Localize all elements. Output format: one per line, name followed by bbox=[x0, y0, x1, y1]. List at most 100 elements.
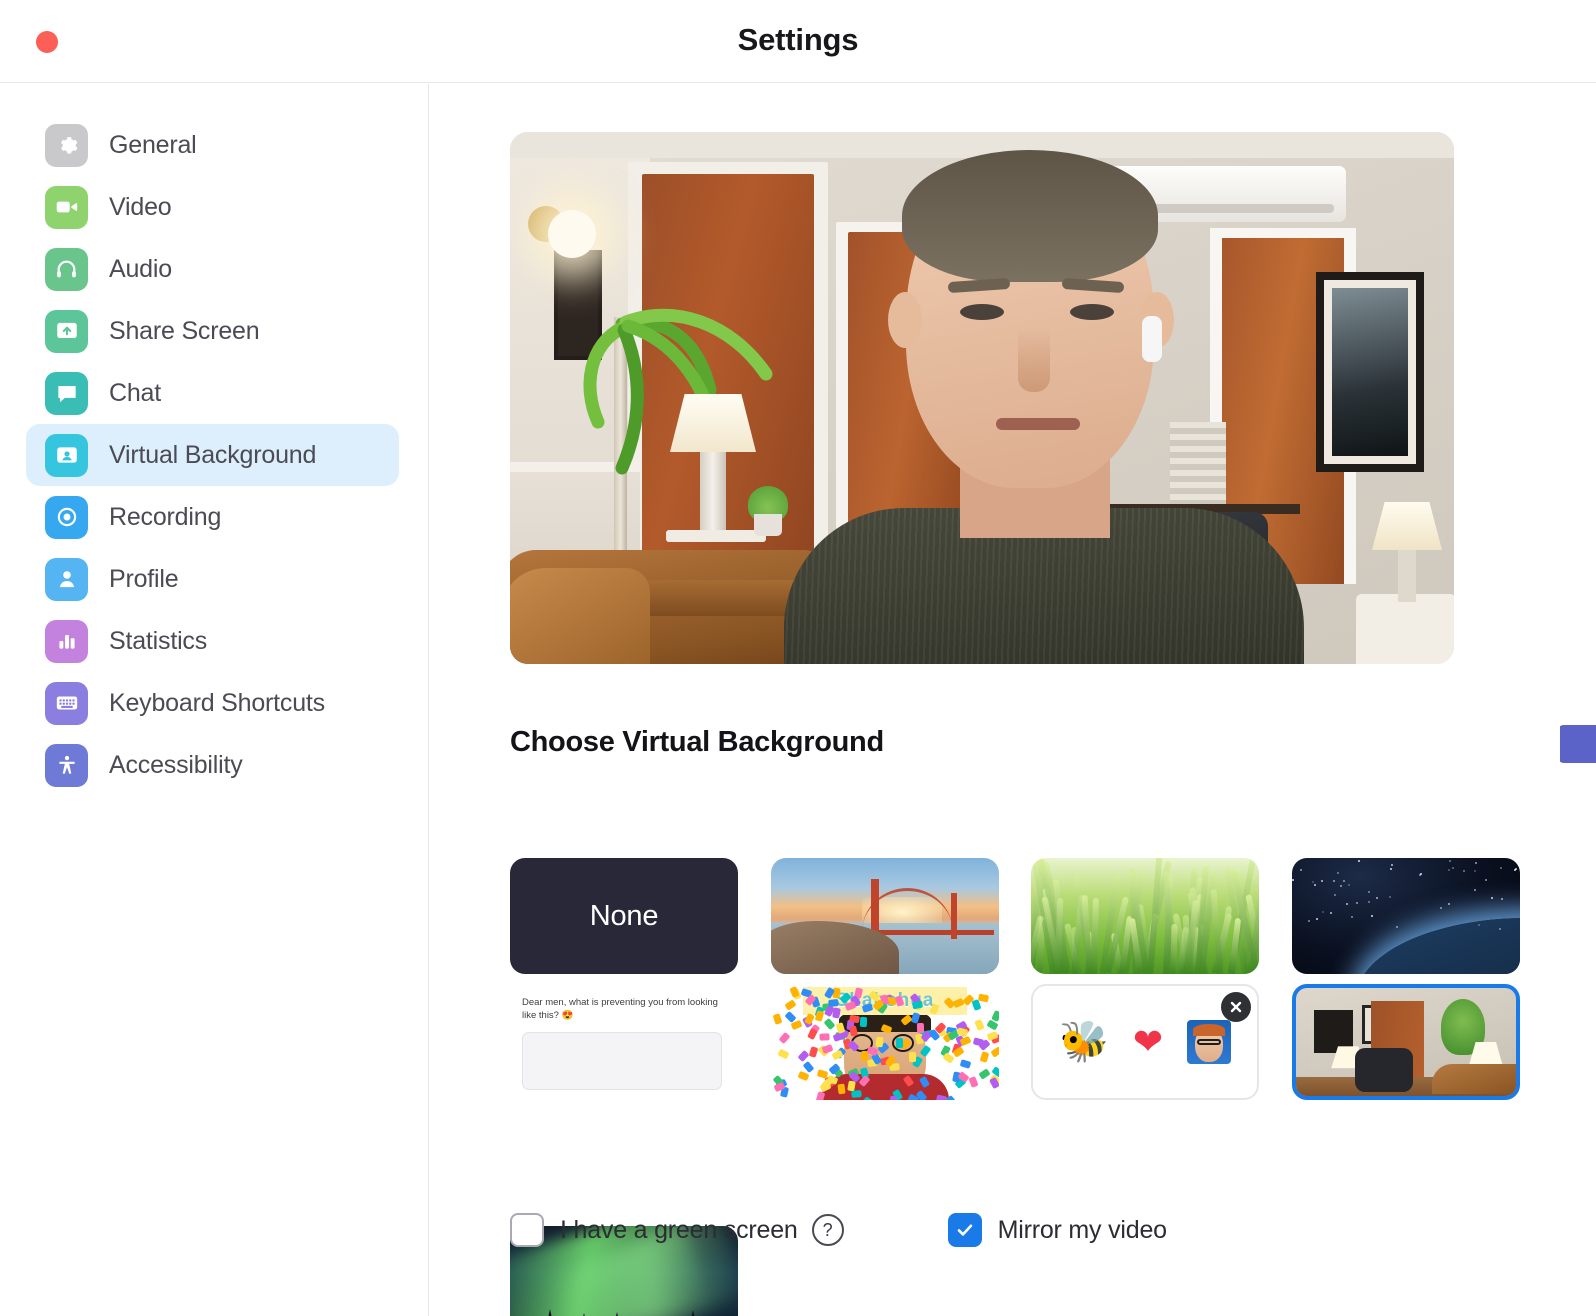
chat-bubble-icon bbox=[45, 372, 88, 415]
sidebar-item-audio[interactable]: Audio bbox=[26, 238, 399, 300]
sidebar-item-label: Chat bbox=[109, 379, 161, 408]
confetti-piece bbox=[837, 1084, 845, 1095]
star bbox=[1322, 911, 1324, 913]
star bbox=[1371, 915, 1373, 917]
star bbox=[1358, 860, 1360, 862]
star bbox=[1448, 869, 1450, 871]
close-icon bbox=[1229, 1000, 1243, 1014]
star bbox=[1308, 920, 1310, 922]
bee-emoji-icon: 🐝 bbox=[1059, 1022, 1109, 1062]
celebrity-glasses-icon bbox=[1197, 1039, 1222, 1045]
confetti-piece bbox=[779, 1032, 791, 1044]
sidebar-item-profile[interactable]: Profile bbox=[26, 548, 399, 610]
sidebar-item-label: Recording bbox=[109, 503, 221, 532]
tweet-caption: Dear men, what is preventing you from lo… bbox=[522, 996, 722, 1023]
background-thumb-tweet[interactable]: Dear men, what is preventing you from lo… bbox=[510, 984, 738, 1100]
sidebar-item-share-screen[interactable]: Share Screen bbox=[26, 300, 399, 362]
star bbox=[1368, 901, 1370, 903]
green-screen-option[interactable]: I have a green screen bbox=[510, 1213, 798, 1247]
tree-silhouette bbox=[610, 1312, 624, 1316]
preview-side-table bbox=[1356, 594, 1454, 664]
sidebar-item-recording[interactable]: Recording bbox=[26, 486, 399, 548]
star bbox=[1449, 860, 1451, 862]
confetti-piece bbox=[896, 1038, 903, 1048]
sidebar-item-label: Accessibility bbox=[109, 751, 243, 780]
background-thumb-earth[interactable] bbox=[1292, 858, 1520, 974]
preview-person-eye-right bbox=[1070, 304, 1114, 320]
confetti-piece bbox=[851, 1090, 862, 1098]
sidebar-item-chat[interactable]: Chat bbox=[26, 362, 399, 424]
background-thumb-grass[interactable] bbox=[1031, 858, 1259, 974]
remove-background-button[interactable] bbox=[1221, 992, 1251, 1022]
settings-window: Settings General Video Audio Share Scree… bbox=[0, 0, 1596, 1316]
star bbox=[1368, 891, 1370, 893]
section-title: Choose Virtual Background bbox=[510, 726, 884, 759]
checkmark-icon bbox=[955, 1220, 975, 1240]
background-thumb-bridge[interactable] bbox=[771, 858, 999, 974]
confetti-piece bbox=[809, 1047, 819, 1059]
preview-picture-art bbox=[1332, 288, 1408, 456]
star bbox=[1314, 884, 1316, 886]
star bbox=[1351, 916, 1353, 918]
sidebar-item-label: Video bbox=[109, 193, 172, 222]
title-bar: Settings bbox=[0, 0, 1596, 83]
star bbox=[1501, 898, 1503, 900]
background-thumb-room-selected[interactable] bbox=[1292, 984, 1520, 1100]
star bbox=[1485, 879, 1487, 881]
green-screen-label: I have a green screen bbox=[560, 1216, 798, 1245]
background-thumb-emoji[interactable]: 🐝 ❤ bbox=[1031, 984, 1259, 1100]
star bbox=[1356, 902, 1358, 904]
preview-person-mouth bbox=[996, 418, 1080, 430]
confetti-piece bbox=[917, 1023, 924, 1033]
star bbox=[1346, 903, 1348, 905]
sidebar-item-keyboard-shortcuts[interactable]: Keyboard Shortcuts bbox=[26, 672, 399, 734]
green-screen-checkbox[interactable] bbox=[510, 1213, 544, 1247]
sidebar-item-label: Statistics bbox=[109, 627, 207, 656]
star bbox=[1474, 870, 1476, 872]
heart-emoji-icon: ❤ bbox=[1133, 1024, 1163, 1060]
keyboard-icon bbox=[45, 682, 88, 725]
mirror-video-checkbox[interactable] bbox=[948, 1213, 982, 1247]
confetti-piece bbox=[960, 1059, 972, 1069]
star bbox=[1316, 918, 1318, 920]
star bbox=[1333, 880, 1335, 882]
background-thumb-confetti[interactable]: Shahshua bbox=[771, 984, 999, 1100]
star bbox=[1292, 879, 1294, 881]
sidebar-item-accessibility[interactable]: Accessibility bbox=[26, 734, 399, 796]
star bbox=[1474, 889, 1476, 891]
star bbox=[1452, 867, 1454, 869]
star bbox=[1312, 881, 1314, 883]
star bbox=[1396, 926, 1398, 928]
star bbox=[1330, 912, 1332, 914]
sidebar-item-statistics[interactable]: Statistics bbox=[26, 610, 399, 672]
annotation-arrow-icon bbox=[1560, 696, 1596, 792]
star bbox=[1475, 862, 1477, 864]
preview-person-hair bbox=[902, 150, 1158, 282]
sidebar-item-video[interactable]: Video bbox=[26, 176, 399, 238]
confetti-piece bbox=[798, 1050, 810, 1062]
sidebar-item-general[interactable]: General bbox=[26, 114, 399, 176]
settings-sidebar: General Video Audio Share Screen Chat Vi… bbox=[0, 84, 429, 1316]
confetti-piece bbox=[860, 1016, 867, 1026]
star bbox=[1491, 897, 1493, 899]
star bbox=[1389, 896, 1391, 898]
sidebar-item-virtual-background[interactable]: Virtual Background bbox=[26, 424, 399, 486]
confetti-piece bbox=[890, 1096, 898, 1100]
grass-blade bbox=[1148, 858, 1163, 974]
virtual-background-icon bbox=[45, 434, 88, 477]
confetti-piece bbox=[980, 1051, 990, 1063]
confetti-piece bbox=[807, 1028, 818, 1040]
confetti-piece bbox=[974, 1019, 984, 1031]
mirror-video-option[interactable]: Mirror my video bbox=[948, 1213, 1167, 1247]
background-thumb-none[interactable]: None bbox=[510, 858, 738, 974]
preview-wall-sconce bbox=[548, 210, 596, 258]
confetti-piece bbox=[875, 1037, 883, 1048]
star bbox=[1321, 880, 1323, 882]
mirror-video-label: Mirror my video bbox=[998, 1216, 1167, 1245]
help-icon[interactable]: ? bbox=[812, 1214, 844, 1246]
help-icon-glyph: ? bbox=[823, 1220, 833, 1241]
video-camera-icon bbox=[45, 186, 88, 229]
star bbox=[1463, 870, 1465, 872]
preview-lamp-2-base bbox=[1398, 550, 1416, 602]
celebrity-hair bbox=[1193, 1024, 1225, 1035]
